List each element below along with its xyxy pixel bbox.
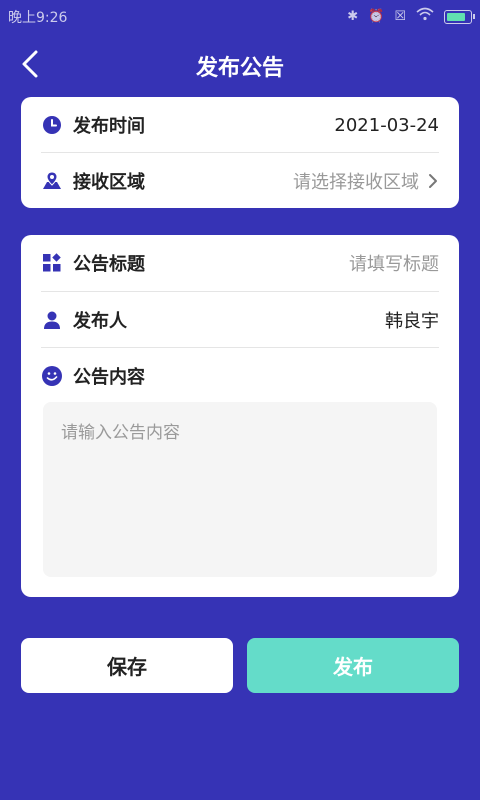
clock-icon [41, 114, 63, 136]
notice-title-label: 公告标题 [73, 254, 145, 275]
info-card: 发布时间 2021-03-24 接收区域 请选择接收区域 [21, 97, 459, 208]
grid-icon [41, 252, 63, 274]
notice-title-input[interactable]: 请填写标题 [349, 250, 439, 276]
notice-title-row[interactable]: 公告标题 请填写标题 [41, 235, 439, 291]
alarm-off-icon: ⏰ [368, 8, 385, 24]
publish-time-label: 发布时间 [73, 116, 145, 137]
region-placeholder: 请选择接收区域 [293, 172, 419, 193]
bluetooth-icon: ✱ [347, 8, 359, 24]
user-icon [41, 309, 63, 331]
content-textarea[interactable]: 请输入公告内容 [43, 402, 437, 577]
wifi-icon [416, 7, 434, 26]
header: 发布公告 [0, 40, 480, 88]
content-label-row: 公告内容 [41, 348, 439, 404]
page-title: 发布公告 [195, 56, 284, 81]
sim-icon: ☒ [394, 8, 406, 24]
battery-icon [444, 9, 475, 24]
notice-card: 公告标题 请填写标题 发布人 韩良宇 公告内容 请输入公告内容 [21, 235, 459, 597]
status-icons: ✱ ⏰ ☒ [347, 7, 475, 26]
publish-time-value: 2021-03-24 [334, 114, 439, 136]
region-label: 接收区域 [73, 172, 145, 193]
publisher-value: 韩良宇 [385, 311, 439, 332]
content-label: 公告内容 [73, 367, 145, 388]
publisher-row: 发布人 韩良宇 [41, 292, 439, 348]
smile-icon [41, 365, 63, 387]
publish-time-row: 发布时间 2021-03-24 [41, 97, 439, 153]
save-button[interactable]: 保存 [21, 638, 233, 693]
publish-button[interactable]: 发布 [247, 638, 459, 693]
chevron-right-icon [427, 172, 439, 190]
region-row[interactable]: 接收区域 请选择接收区域 [41, 153, 439, 209]
status-bar: 晚上9:26 ✱ ⏰ ☒ [0, 0, 480, 32]
publisher-label: 发布人 [73, 311, 127, 332]
status-time: 晚上9:26 [8, 10, 68, 26]
map-pin-icon [41, 170, 63, 192]
